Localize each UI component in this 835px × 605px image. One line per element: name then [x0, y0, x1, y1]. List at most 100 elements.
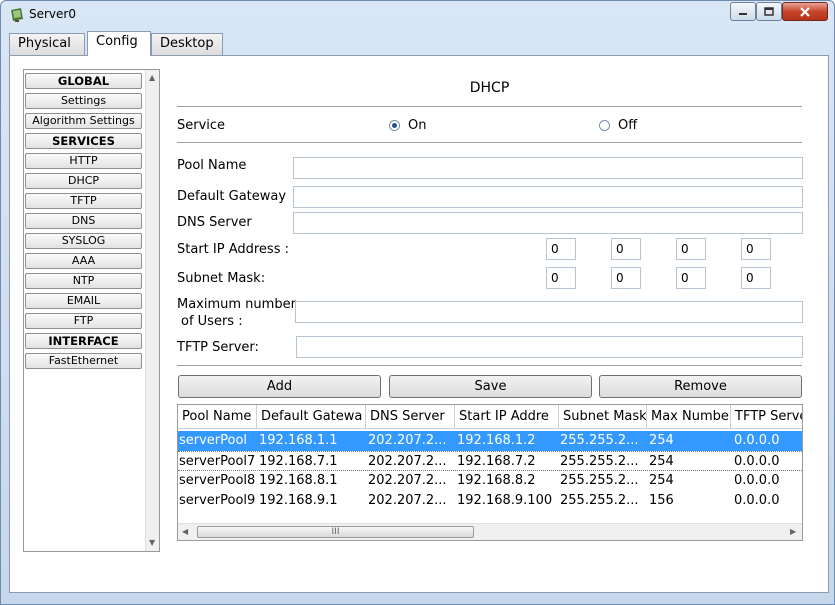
table-row[interactable]: serverPool7 192.168.7.1 202.207.2... 192…: [178, 451, 802, 471]
sidebar-item-email[interactable]: EMAIL: [25, 293, 142, 309]
cell-subnet-mask: 255.255.2...: [560, 493, 639, 508]
window-title: Server0: [29, 7, 76, 21]
start-ip-label: Start IP Address :: [177, 242, 289, 257]
dns-server-label: DNS Server: [177, 215, 252, 230]
subnet-mask-octet-2[interactable]: 0: [611, 267, 641, 289]
scroll-right-icon[interactable]: ▶: [790, 527, 796, 536]
remove-button[interactable]: Remove: [599, 375, 802, 398]
cell-start-ip: 192.168.1.2: [457, 433, 536, 448]
column-subnet-mask[interactable]: Subnet Mask: [559, 405, 647, 429]
sidebar-header-interface: INTERFACE: [25, 333, 142, 349]
pool-name-input[interactable]: [293, 157, 803, 179]
cell-max-users: 254: [649, 454, 674, 469]
cell-max-users: 254: [649, 433, 674, 448]
service-off-label: Off: [618, 118, 638, 133]
max-users-input[interactable]: [295, 301, 803, 323]
dns-server-input[interactable]: [293, 212, 803, 234]
cell-tftp-server: 0.0.0.0: [734, 433, 780, 448]
table-row[interactable]: serverPool9 192.168.9.1 202.207.2... 192…: [178, 491, 802, 511]
sidebar-item-ntp[interactable]: NTP: [25, 273, 142, 289]
subnet-mask-octet-4[interactable]: 0: [741, 267, 771, 289]
start-ip-octet-4[interactable]: 0: [741, 238, 771, 260]
table-header: Pool Name Default Gatewa DNS Server Star…: [178, 405, 802, 429]
cell-pool-name: serverPool7: [179, 454, 256, 469]
scroll-left-icon[interactable]: ◀: [182, 527, 188, 536]
service-on-radio[interactable]: On: [389, 118, 426, 133]
save-button[interactable]: Save: [389, 375, 592, 398]
subnet-mask-octet-1[interactable]: 0: [546, 267, 576, 289]
column-dns-server[interactable]: DNS Server: [366, 405, 455, 429]
column-pool-name[interactable]: Pool Name: [178, 405, 257, 429]
cell-max-users: 156: [649, 493, 674, 508]
start-ip-octet-3[interactable]: 0: [676, 238, 706, 260]
minimize-button[interactable]: [730, 2, 756, 21]
app-icon: [11, 8, 23, 22]
subnet-mask-octet-3[interactable]: 0: [676, 267, 706, 289]
service-off-radio[interactable]: Off: [599, 118, 637, 133]
cell-pool-name: serverPool8: [179, 473, 256, 488]
scroll-down-icon[interactable]: ▼: [149, 538, 155, 547]
divider: [177, 365, 802, 366]
divider: [177, 106, 802, 107]
cell-start-ip: 192.168.7.2: [457, 454, 536, 469]
cell-pool-name: serverPool: [179, 433, 248, 448]
sidebar-item-syslog[interactable]: SYSLOG: [25, 233, 142, 249]
cell-tftp-server: 0.0.0.0: [734, 473, 780, 488]
tab-strip: Physical Config Desktop: [9, 31, 829, 56]
service-on-label: On: [408, 118, 427, 133]
table-horizontal-scrollbar[interactable]: ◀ III ▶: [178, 523, 802, 540]
sidebar-item-dhcp[interactable]: DHCP: [25, 173, 142, 189]
max-users-label-line-1: Maximum number: [177, 297, 296, 312]
cell-subnet-mask: 255.255.2...: [560, 433, 639, 448]
radio-unchecked-icon: [599, 120, 610, 131]
table-row[interactable]: serverPool 192.168.1.1 202.207.2... 192.…: [178, 431, 802, 451]
sidebar-header-global: GLOBAL: [25, 73, 142, 89]
tab-config[interactable]: Config: [87, 31, 151, 56]
column-default-gateway[interactable]: Default Gatewa: [257, 405, 366, 429]
minimize-icon: [739, 12, 747, 15]
start-ip-octet-2[interactable]: 0: [611, 238, 641, 260]
cell-max-users: 254: [649, 473, 674, 488]
sidebar-item-settings[interactable]: Settings: [25, 93, 142, 109]
title-bar[interactable]: Server0: [1, 1, 834, 29]
default-gateway-input[interactable]: [293, 186, 803, 208]
cell-dns-server: 202.207.2...: [368, 454, 447, 469]
cell-subnet-mask: 255.255.2...: [560, 473, 639, 488]
maximize-button[interactable]: [756, 2, 782, 21]
cell-default-gateway: 192.168.1.1: [259, 433, 338, 448]
dhcp-form: DHCP Service On Off Pool Name Default Ga…: [177, 56, 817, 591]
config-panel: GLOBAL Settings Algorithm Settings SERVI…: [9, 55, 829, 593]
tftp-server-label: TFTP Server:: [177, 340, 259, 355]
sidebar-item-tftp[interactable]: TFTP: [25, 193, 142, 209]
tab-desktop[interactable]: Desktop: [151, 33, 223, 55]
cell-default-gateway: 192.168.8.1: [259, 473, 338, 488]
column-tftp-server[interactable]: TFTP Serve: [731, 405, 802, 429]
subnet-mask-label: Subnet Mask:: [177, 271, 266, 286]
sidebar-item-aaa[interactable]: AAA: [25, 253, 142, 269]
column-start-ip[interactable]: Start IP Addre: [455, 405, 559, 429]
scroll-up-icon[interactable]: ▲: [149, 73, 155, 82]
cell-start-ip: 192.168.9.100: [457, 493, 553, 508]
sidebar-item-http[interactable]: HTTP: [25, 153, 142, 169]
tftp-server-input[interactable]: [296, 336, 803, 358]
sidebar-item-ftp[interactable]: FTP: [25, 313, 142, 329]
close-button[interactable]: [782, 2, 828, 21]
sidebar-item-algorithm-settings[interactable]: Algorithm Settings: [25, 113, 142, 129]
sidebar-item-fastethernet[interactable]: FastEthernet: [25, 353, 142, 369]
cell-dns-server: 202.207.2...: [368, 473, 447, 488]
service-label: Service: [177, 118, 226, 133]
cell-default-gateway: 192.168.9.1: [259, 493, 338, 508]
column-max-users[interactable]: Max Numbe: [647, 405, 731, 429]
tab-physical[interactable]: Physical: [9, 33, 85, 55]
app-window: Server0 Physical Config Desktop GLOBAL S…: [0, 0, 835, 605]
sidebar-scrollbar[interactable]: ▲ ▼: [145, 70, 159, 551]
start-ip-octet-1[interactable]: 0: [546, 238, 576, 260]
cell-tftp-server: 0.0.0.0: [734, 493, 780, 508]
table-row[interactable]: serverPool8 192.168.8.1 202.207.2... 192…: [178, 471, 802, 491]
max-users-label-line-2: of Users :: [181, 314, 243, 329]
close-icon: [800, 6, 810, 17]
scroll-thumb[interactable]: III: [197, 526, 474, 538]
add-button[interactable]: Add: [178, 375, 381, 398]
page-title: DHCP: [469, 80, 510, 96]
sidebar-item-dns[interactable]: DNS: [25, 213, 142, 229]
